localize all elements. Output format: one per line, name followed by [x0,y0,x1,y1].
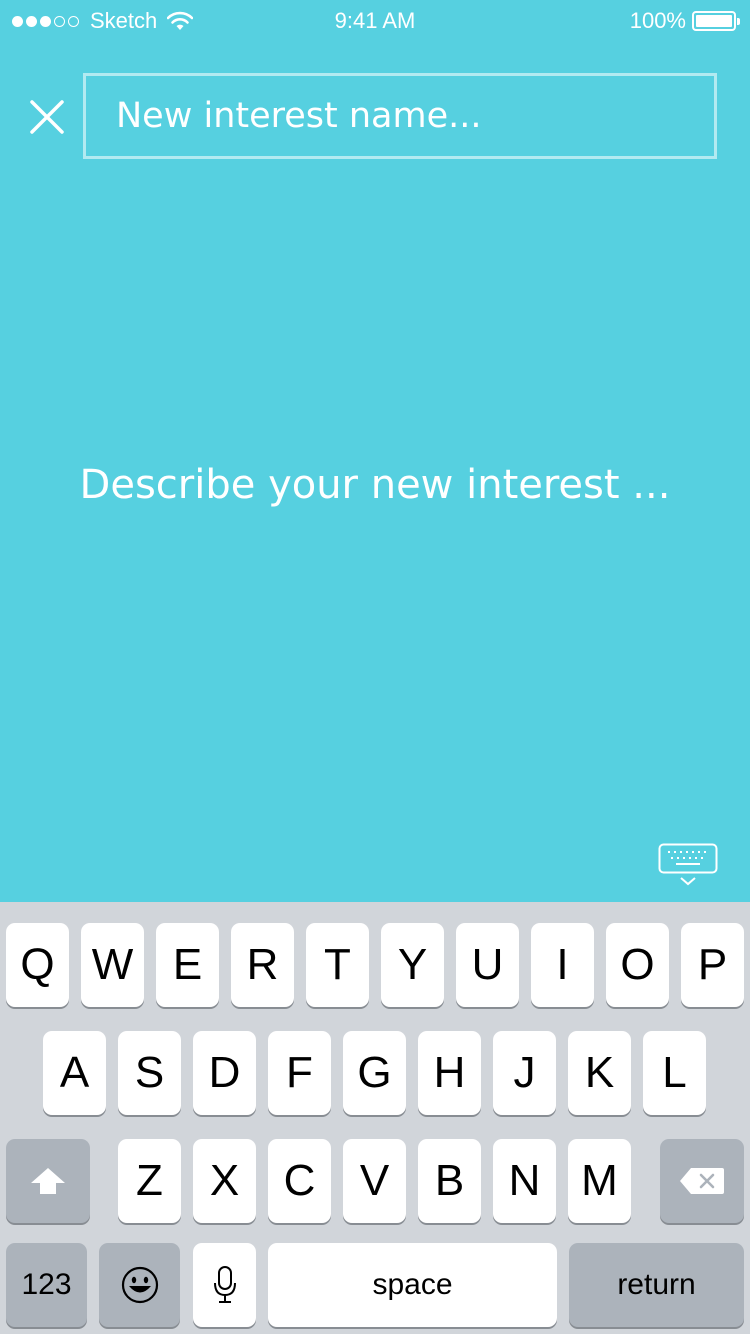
key-o[interactable]: O [606,923,669,1007]
delete-key[interactable] [660,1139,744,1223]
key-s[interactable]: S [118,1031,181,1115]
shift-icon [31,1168,65,1194]
key-a[interactable]: A [43,1031,106,1115]
key-k[interactable]: K [568,1031,631,1115]
microphone-icon [213,1266,236,1303]
key-p[interactable]: P [681,923,744,1007]
key-q[interactable]: Q [6,923,69,1007]
key-h[interactable]: H [418,1031,481,1115]
keyboard-dismiss-icon [658,843,718,886]
return-key[interactable]: return [569,1243,744,1327]
key-g[interactable]: G [343,1031,406,1115]
key-d[interactable]: D [193,1031,256,1115]
key-i[interactable]: I [531,923,594,1007]
key-r[interactable]: R [231,923,294,1007]
key-x[interactable]: X [193,1139,256,1223]
interest-description-field[interactable]: Describe your new interest ... [0,430,750,540]
emoji-key[interactable] [99,1243,180,1327]
battery-icon [692,11,740,31]
key-l[interactable]: L [643,1031,706,1115]
keyboard: Q W E R T Y U I O P A S D F G H J K L Z … [0,902,750,1334]
key-c[interactable]: C [268,1139,331,1223]
battery-percentage: 100% [629,8,686,33]
key-f[interactable]: F [268,1031,331,1115]
key-m[interactable]: M [568,1139,631,1223]
key-w[interactable]: W [81,923,144,1007]
key-j[interactable]: J [493,1031,556,1115]
emoji-icon [121,1266,158,1304]
status-right: 100% [629,8,740,34]
numbers-key[interactable]: 123 [6,1243,87,1327]
close-icon [30,100,64,134]
key-n[interactable]: N [493,1139,556,1223]
delete-icon [680,1168,724,1194]
shift-key[interactable] [6,1139,90,1223]
interest-name-input[interactable] [83,73,717,159]
key-y[interactable]: Y [381,923,444,1007]
key-t[interactable]: T [306,923,369,1007]
key-b[interactable]: B [418,1139,481,1223]
key-u[interactable]: U [456,923,519,1007]
space-key[interactable]: space [268,1243,557,1327]
description-placeholder: Describe your new interest ... [79,462,671,508]
key-e[interactable]: E [156,923,219,1007]
dismiss-keyboard-button[interactable] [658,843,718,887]
key-z[interactable]: Z [118,1139,181,1223]
dictation-key[interactable] [193,1243,256,1327]
close-button[interactable] [26,96,68,138]
status-bar: Sketch 9:41 AM 100% [0,0,750,40]
key-v[interactable]: V [343,1139,406,1223]
